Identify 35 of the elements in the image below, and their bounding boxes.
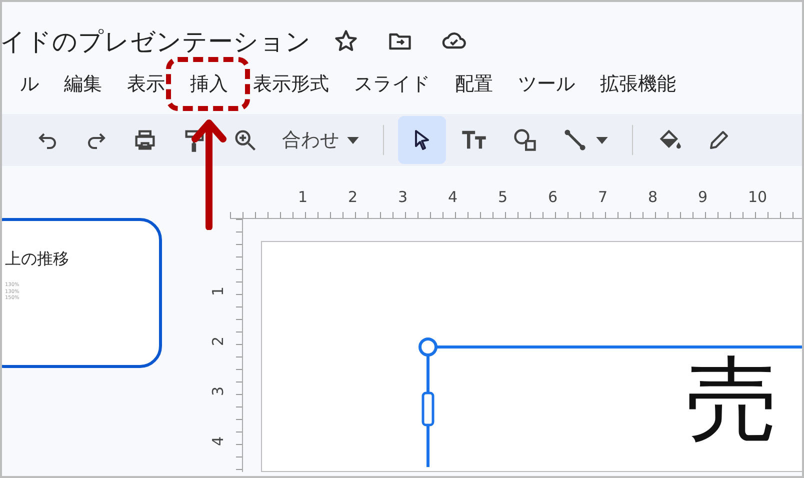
caret-icon bbox=[347, 136, 359, 144]
menu-item[interactable]: 拡張機能 bbox=[600, 71, 676, 97]
menu-item[interactable]: 配置 bbox=[455, 71, 493, 97]
ruler-number: 4 bbox=[211, 435, 228, 446]
menu-item[interactable]: ル bbox=[20, 71, 39, 97]
slide-title-text: 売 bbox=[686, 354, 778, 446]
thumbnail-title: 上の推移 bbox=[5, 249, 70, 270]
ruler-number: 7 bbox=[598, 188, 609, 208]
ruler-number: 10 bbox=[748, 188, 768, 208]
ruler-number: 8 bbox=[648, 188, 659, 208]
menu-item[interactable]: 表示 bbox=[127, 71, 165, 97]
selection-frame[interactable] bbox=[418, 337, 802, 467]
shapes-icon[interactable] bbox=[512, 127, 538, 153]
menu-item[interactable]: ツール bbox=[518, 71, 575, 97]
ruler-number: 5 bbox=[498, 188, 509, 208]
ruler-number: 6 bbox=[548, 188, 559, 208]
caret-icon[interactable] bbox=[596, 136, 608, 144]
star-icon[interactable] bbox=[333, 28, 359, 54]
ruler-number: 4 bbox=[448, 188, 459, 208]
ruler-number: 3 bbox=[211, 385, 228, 396]
line-icon[interactable] bbox=[562, 127, 588, 153]
menu-item[interactable]: スライド bbox=[354, 71, 430, 97]
ruler-number: 2 bbox=[348, 188, 359, 208]
document-title[interactable]: イドのプレゼンテーション bbox=[2, 24, 311, 58]
ruler-number: 9 bbox=[698, 188, 709, 208]
ruler-number: 1 bbox=[298, 188, 309, 208]
pencil-icon[interactable] bbox=[707, 128, 731, 152]
ruler-number: 2 bbox=[211, 335, 228, 346]
ruler-number: 3 bbox=[398, 188, 409, 208]
zoom-dropdown[interactable]: 合わせ bbox=[282, 127, 359, 153]
select-tool-button[interactable] bbox=[398, 116, 446, 164]
ruler-number: 1 bbox=[211, 285, 228, 296]
menu-item[interactable]: 編集 bbox=[64, 71, 102, 97]
menu-item[interactable]: 表示形式 bbox=[253, 71, 329, 97]
menu-item[interactable]: 挿入 bbox=[190, 71, 228, 97]
